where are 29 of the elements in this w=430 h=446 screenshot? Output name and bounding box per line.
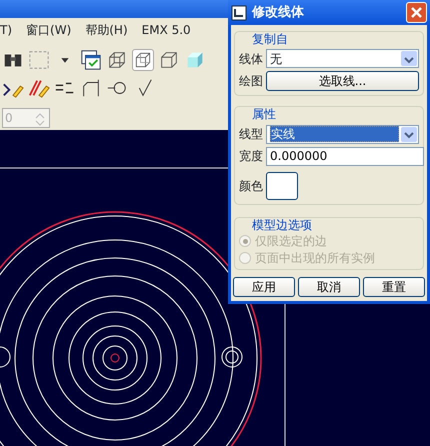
select-line-button[interactable]: 选取线...	[266, 71, 419, 92]
window-icon	[231, 4, 247, 20]
color-swatch[interactable]	[266, 172, 298, 200]
dialog-button[interactable]: 应用	[233, 276, 295, 297]
field-label: 颜色	[239, 178, 263, 193]
wireframe-cube-icon[interactable]	[158, 49, 180, 71]
dialog-button[interactable]: 重置	[363, 276, 425, 297]
group-title: 模型边选项	[249, 218, 315, 232]
dropdown[interactable]: 无	[266, 49, 419, 68]
dropdown[interactable]: 实线	[266, 124, 419, 144]
wireframe-cube-icon[interactable]	[106, 49, 128, 71]
width-input[interactable]: 0.000000	[266, 146, 424, 166]
field-label: 绘图	[239, 74, 263, 89]
window-check-icon[interactable]	[80, 49, 102, 71]
menu-item[interactable]: T)	[0, 21, 12, 39]
radio-option: 仅限选定的边	[239, 234, 419, 249]
close-button[interactable]	[406, 2, 427, 23]
dialog-button[interactable]: 取消	[298, 276, 360, 297]
wireframe-cube-icon[interactable]	[132, 49, 154, 71]
dialog-title: 修改线体	[252, 4, 304, 20]
group-title: 属性	[249, 107, 279, 122]
field-label: 线型	[239, 127, 263, 142]
menu-item[interactable]: 窗口(W)	[26, 21, 72, 39]
field-label: 宽度	[239, 149, 263, 164]
menu-item[interactable]: 帮助(H)	[85, 21, 128, 39]
dimension-icon[interactable]	[80, 77, 102, 99]
field-label: 线体	[239, 52, 263, 66]
radio-option: 页面中出现的所有实例	[239, 250, 419, 265]
menu-item[interactable]: EMX 5.0	[142, 21, 191, 39]
